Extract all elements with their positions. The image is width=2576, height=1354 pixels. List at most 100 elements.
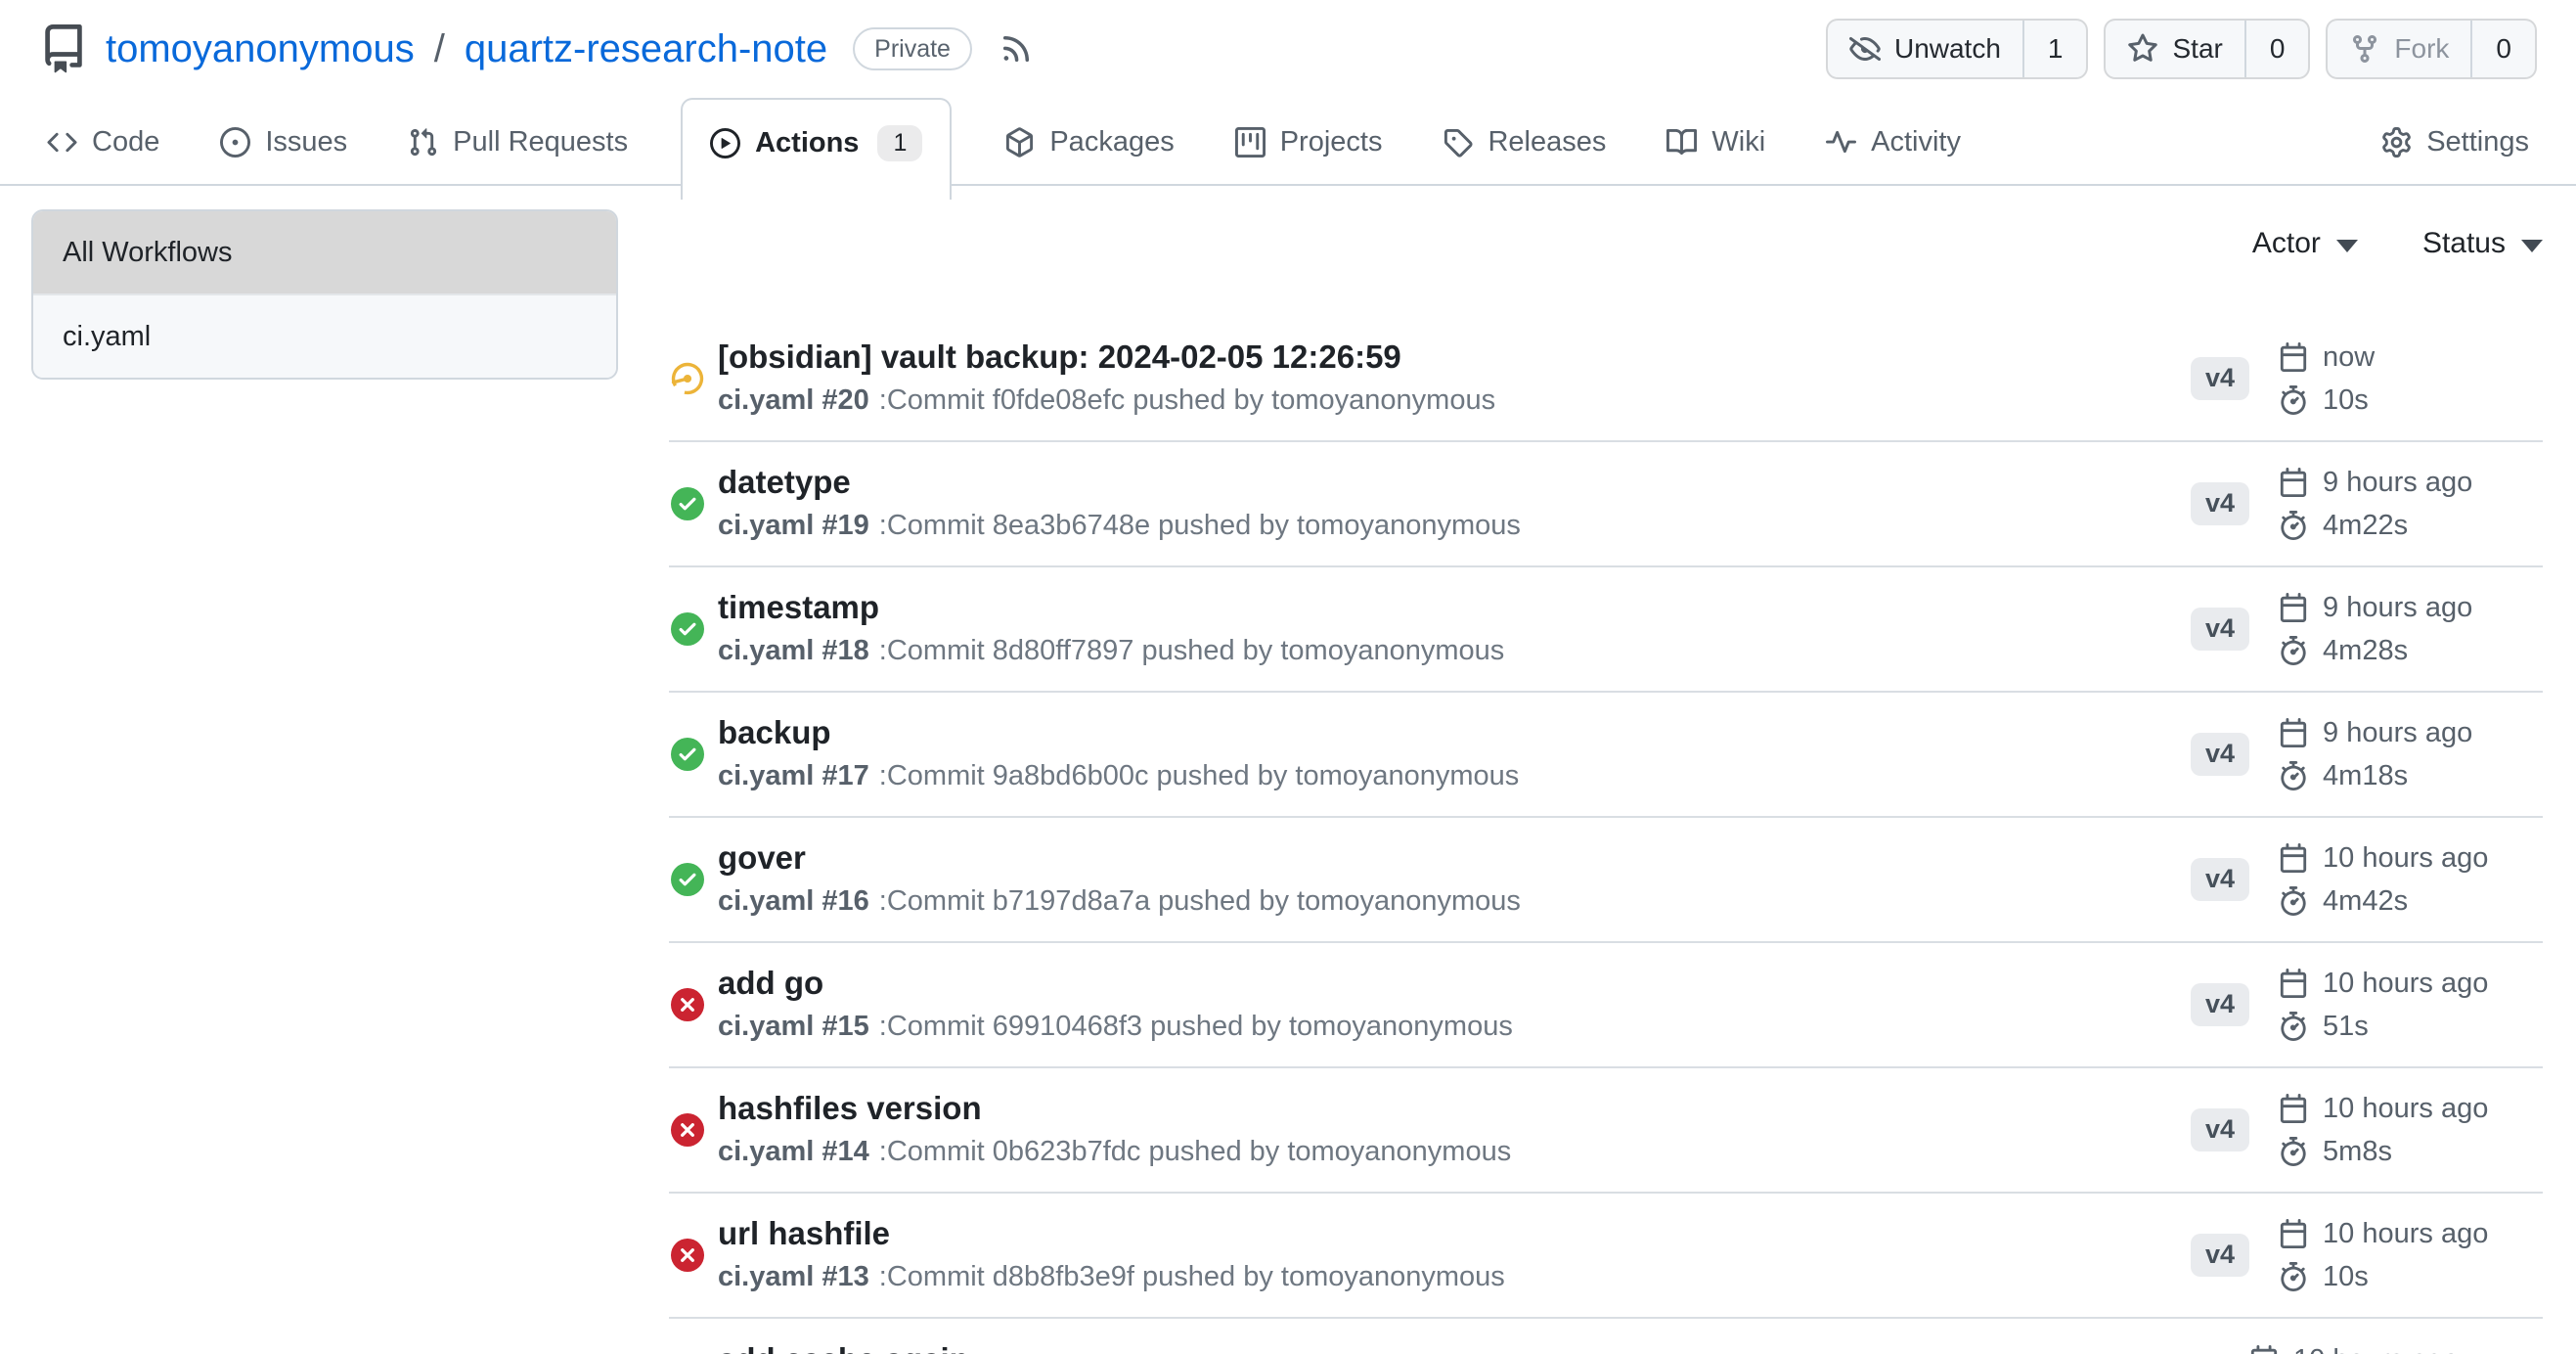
run-duration: 4m18s xyxy=(2323,760,2408,792)
calendar-icon xyxy=(2279,1094,2308,1123)
runner-version-badge: v4 xyxy=(2191,1108,2249,1151)
runner-version-badge: v4 xyxy=(2191,357,2249,400)
sidebar-item-label: All Workflows xyxy=(63,237,233,269)
run-commit-detail: :Commit b7197d8a7a pushed by tomoyanonym… xyxy=(879,885,1521,917)
tab-activity[interactable]: Activity xyxy=(1818,98,1969,186)
rss-feed-icon[interactable] xyxy=(998,30,1035,68)
run-time: 10 hours ago xyxy=(2323,968,2488,1000)
fork-icon xyxy=(2349,33,2380,65)
run-title-link[interactable]: hashfiles version xyxy=(718,1087,2191,1130)
run-commit-detail: :Commit 9a8bd6b00c pushed by tomoyanonym… xyxy=(879,760,1520,791)
run-title-link[interactable]: url hashfile xyxy=(718,1212,2191,1255)
tab-projects[interactable]: Projects xyxy=(1227,98,1391,186)
calendar-icon xyxy=(2279,969,2308,998)
status-filter-dropdown[interactable]: Status xyxy=(2422,227,2543,260)
run-subtitle: ci.yaml #13:Commit d8b8fb3e9f pushed by … xyxy=(718,1255,2191,1298)
run-title-link[interactable]: gover xyxy=(718,836,2191,880)
calendar-icon xyxy=(2249,1345,2279,1354)
code-icon xyxy=(47,127,77,158)
calendar-icon xyxy=(2279,843,2308,873)
status-success-icon xyxy=(671,863,704,896)
eye-closed-icon xyxy=(1849,33,1881,65)
workflow-run-row: timestamp ci.yaml #18:Commit 8d80ff7897 … xyxy=(669,567,2543,693)
status-failure-icon xyxy=(671,1239,704,1272)
run-time: 10 hours ago xyxy=(2293,1344,2459,1354)
workflow-run-row: datetype ci.yaml #19:Commit 8ea3b6748e p… xyxy=(669,442,2543,567)
run-workflow-ref: ci.yaml #16 xyxy=(718,885,869,917)
status-success-icon xyxy=(671,738,704,771)
watchers-count[interactable]: 1 xyxy=(2022,21,2087,77)
repo-name-link[interactable]: quartz-research-note xyxy=(465,27,827,71)
tab-releases[interactable]: Releases xyxy=(1435,98,1614,186)
package-icon xyxy=(1004,127,1035,158)
status-success-icon xyxy=(671,612,704,646)
workflow-run-row: add go ci.yaml #15:Commit 69910468f3 pus… xyxy=(669,943,2543,1068)
tab-settings[interactable]: Settings xyxy=(2374,98,2537,186)
repo-owner-link[interactable]: tomoyanonymous xyxy=(106,27,415,71)
visibility-badge: Private xyxy=(853,27,972,71)
runner-version-badge: v4 xyxy=(2191,482,2249,525)
forks-count[interactable]: 0 xyxy=(2470,21,2535,77)
run-workflow-ref: ci.yaml #13 xyxy=(718,1261,869,1292)
run-duration: 10s xyxy=(2323,384,2369,417)
status-in-progress-icon xyxy=(671,362,704,395)
repo-breadcrumb: tomoyanonymous / quartz-research-note Pr… xyxy=(39,24,1035,73)
sidebar-item-ci-yaml[interactable]: ci.yaml xyxy=(33,293,616,378)
book-icon xyxy=(1666,127,1697,158)
pull-request-icon xyxy=(408,127,438,158)
run-title-link[interactable]: [obsidian] vault backup: 2024-02-05 12:2… xyxy=(718,336,2191,379)
tab-list: Code Issues Pull Requests Actions 1 Pack… xyxy=(39,98,1969,186)
run-subtitle: ci.yaml #15:Commit 69910468f3 pushed by … xyxy=(718,1005,2191,1048)
stars-count[interactable]: 0 xyxy=(2244,21,2309,77)
workflow-run-row: url hashfile ci.yaml #13:Commit d8b8fb3e… xyxy=(669,1194,2543,1319)
workflow-run-row: gover ci.yaml #16 :Commit b7197d8a7a push… xyxy=(669,818,2543,943)
run-workflow-ref: ci.yaml #20 xyxy=(718,384,869,416)
star-button[interactable]: Star 0 xyxy=(2104,19,2310,79)
workflow-run-row: add cache again 10 hours ago xyxy=(669,1319,2543,1354)
sidebar-item-all-workflows[interactable]: All Workflows xyxy=(33,211,616,293)
tab-issues[interactable]: Issues xyxy=(212,98,355,186)
run-title-link[interactable]: datetype xyxy=(718,461,2191,504)
star-icon xyxy=(2127,33,2158,65)
runner-version-badge: v4 xyxy=(2191,608,2249,651)
run-subtitle: ci.yaml #14:Commit 0b623b7fdc pushed by … xyxy=(718,1130,2191,1173)
run-duration: 10s xyxy=(2323,1261,2369,1293)
run-workflow-ref: ci.yaml #15 xyxy=(718,1011,869,1042)
run-title-link[interactable]: timestamp xyxy=(718,586,2191,629)
fork-button[interactable]: Fork 0 xyxy=(2326,19,2537,79)
run-time: 10 hours ago xyxy=(2323,842,2488,875)
run-title-link[interactable]: add cache again xyxy=(718,1338,2191,1354)
actor-filter-dropdown[interactable]: Actor xyxy=(2252,227,2358,260)
chevron-down-icon xyxy=(2521,240,2543,252)
run-duration: 4m22s xyxy=(2323,510,2408,542)
calendar-icon xyxy=(2279,593,2308,622)
stopwatch-icon xyxy=(2279,886,2308,916)
tab-code[interactable]: Code xyxy=(39,98,167,186)
issue-opened-icon xyxy=(220,127,250,158)
workflows-sidebar: All Workflows ci.yaml xyxy=(31,209,618,380)
status-failure-icon xyxy=(671,988,704,1021)
run-workflow-ref: ci.yaml #19 xyxy=(718,510,869,541)
actor-filter-label: Actor xyxy=(2252,227,2321,260)
run-title-link[interactable]: add go xyxy=(718,962,2191,1005)
unwatch-button[interactable]: Unwatch 1 xyxy=(1826,19,2089,79)
fork-label: Fork xyxy=(2394,33,2449,65)
tab-actions[interactable]: Actions 1 xyxy=(681,98,952,200)
tag-icon xyxy=(1443,127,1473,158)
actions-content: All Workflows ci.yaml Actor Status xyxy=(0,186,2576,1354)
status-success-icon xyxy=(671,487,704,520)
chevron-down-icon xyxy=(2336,240,2358,252)
run-subtitle: ci.yaml #16 :Commit b7197d8a7a pushed by … xyxy=(718,880,2191,923)
run-workflow-ref: ci.yaml #18 xyxy=(718,635,869,666)
status-failure-icon xyxy=(671,1113,704,1147)
run-workflow-ref: ci.yaml #14 xyxy=(718,1136,869,1167)
sidebar-item-label: ci.yaml xyxy=(63,321,151,353)
tab-pull-requests[interactable]: Pull Requests xyxy=(400,98,636,186)
run-time: now xyxy=(2323,341,2375,374)
tab-wiki[interactable]: Wiki xyxy=(1659,98,1773,186)
runner-version-badge: v4 xyxy=(2191,1234,2249,1277)
run-time: 9 hours ago xyxy=(2323,467,2472,499)
stopwatch-icon xyxy=(2279,761,2308,790)
run-title-link[interactable]: backup xyxy=(718,711,2191,754)
tab-packages[interactable]: Packages xyxy=(997,98,1181,186)
